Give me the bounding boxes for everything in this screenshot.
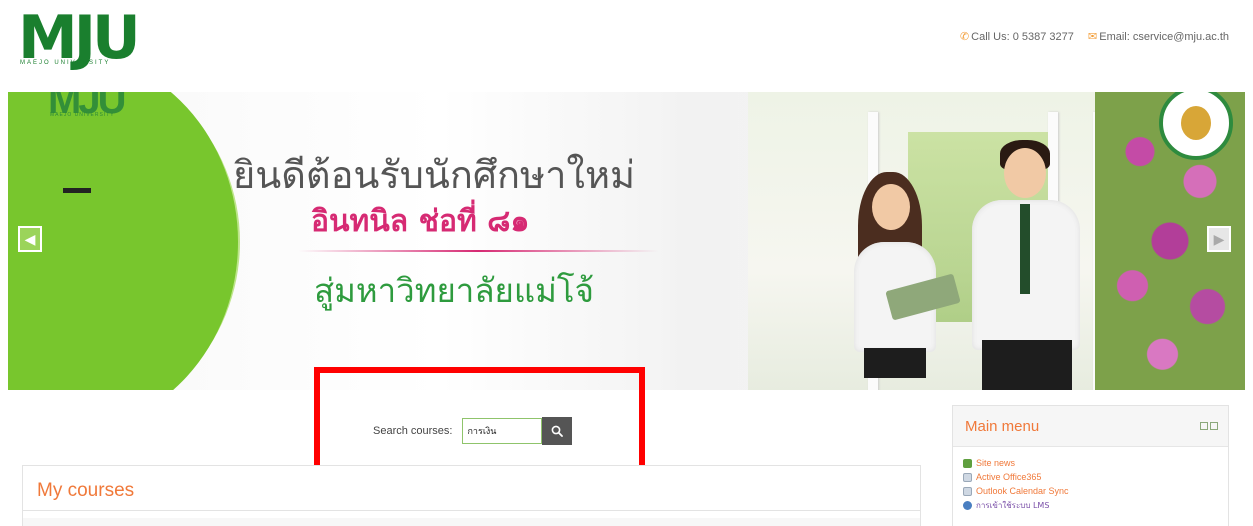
banner-tagline: สู่มหาวิทยาลัยแม่โจ้: [314, 271, 594, 310]
collapse-icon[interactable]: [1210, 422, 1218, 430]
chevron-left-icon: ◀: [24, 231, 36, 247]
page-icon: [963, 486, 972, 496]
envelope-icon: ✉: [1088, 31, 1098, 43]
banner-headline: ยินดีต้อนรับนักศึกษาใหม่: [233, 153, 636, 197]
banner-logo-subtext: MAEJO UNIVERSITY: [50, 112, 115, 118]
menu-item-label: Outlook Calendar Sync: [976, 486, 1069, 496]
contact-email[interactable]: Email: cservice@mju.ac.th: [1099, 31, 1229, 43]
contact-info: ✆ Call Us: 0 5387 3277 ✉ Email: cservice@m…: [960, 30, 1229, 43]
banner-subheadline: อินทนิล ช่อที่ ๘๑: [311, 204, 530, 239]
hero-slideshow: MJU MAEJO UNIVERSITY ยินดีต้อนรับนักศึกษ…: [8, 92, 1245, 390]
chevron-right-icon: ▶: [1213, 231, 1225, 247]
menu-item-lms-access[interactable]: การเข้าใช้ระบบ LMS: [963, 498, 1069, 512]
menu-item-label: การเข้าใช้ระบบ LMS: [976, 500, 1050, 510]
dock-icon[interactable]: [1200, 422, 1208, 430]
banner-photo: [748, 92, 1245, 390]
main-menu-header: Main menu: [953, 406, 1228, 447]
main-menu-list: Site news Active Office365 Outlook Calen…: [963, 456, 1069, 512]
banner-divider: [298, 250, 658, 252]
menu-item-label: Site news: [976, 458, 1016, 468]
menu-item-label: Active Office365: [976, 472, 1042, 482]
banner-dash: [63, 188, 91, 193]
menu-item-site-news[interactable]: Site news: [963, 456, 1069, 470]
block-controls: [1200, 422, 1218, 430]
menu-item-active-office365[interactable]: Active Office365: [963, 470, 1069, 484]
banner-green-panel: [8, 92, 238, 390]
logo-subtext: MAEJO UNIVERSITY: [20, 60, 111, 66]
logo-text: MJU: [18, 3, 141, 73]
my-courses-block: My courses: [22, 465, 921, 526]
my-courses-title: My courses: [37, 480, 135, 501]
url-icon: [963, 500, 972, 510]
slideshow-prev-button[interactable]: ◀: [18, 226, 42, 252]
slideshow-next-button[interactable]: ▶: [1207, 226, 1231, 252]
page-icon: [963, 472, 972, 482]
contact-phone: Call Us: 0 5387 3277: [971, 31, 1074, 43]
mju-logo[interactable]: MJU MAEJO UNIVERSITY: [18, 8, 198, 72]
main-menu-block: Main menu Site news Active Office365 Out…: [952, 405, 1229, 526]
menu-item-outlook-calendar-sync[interactable]: Outlook Calendar Sync: [963, 484, 1069, 498]
main-menu-title: Main menu: [965, 418, 1040, 435]
site-header: MJU MAEJO UNIVERSITY ✆ Call Us: 0 5387 32…: [0, 0, 1253, 88]
forum-icon: [963, 458, 972, 468]
phone-icon: ✆: [959, 31, 970, 43]
